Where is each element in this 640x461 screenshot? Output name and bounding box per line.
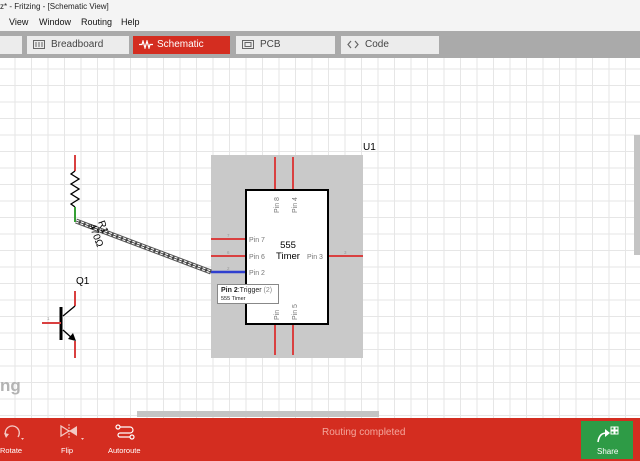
autoroute-icon — [115, 424, 135, 440]
title-bar: z* - Fritzing - [Schematic View] — [0, 0, 640, 14]
tooltip-part: 555 Timer — [221, 296, 246, 302]
view-tab-bar: Breadboard Schematic PCB Code — [0, 31, 640, 58]
transistor-ref-label: Q1 — [76, 276, 90, 287]
tab-pcb-label: PCB — [260, 39, 281, 50]
flip-label: Flip — [61, 446, 74, 455]
rotate-icon — [4, 425, 24, 440]
code-icon — [347, 40, 359, 49]
chip-name-line2: Timer — [276, 251, 300, 262]
resistor-r1[interactable]: R1 470Ω — [69, 155, 110, 249]
rotate-label: Rotate — [0, 446, 23, 455]
pin8-label: Pin 8 — [274, 197, 281, 213]
tab-code[interactable]: Code — [341, 36, 439, 54]
transistor-pin-number: 1 — [47, 316, 50, 321]
menu-view[interactable]: View — [9, 17, 28, 27]
horizontal-scrollbar[interactable] — [137, 411, 379, 417]
routing-status: Routing completed — [322, 427, 406, 438]
timer-555-part[interactable]: 555 Timer Pin 7 Pin 6 Pin 2 Pin 3 Pin 8 … — [211, 142, 376, 358]
schematic-drawing: 555 Timer Pin 7 Pin 6 Pin 2 Pin 3 Pin 8 … — [42, 142, 376, 358]
tooltip-pin-name: Pin 2 — [221, 287, 238, 294]
share-icon — [597, 426, 619, 443]
tooltip-pin-function: :Trigger — [237, 287, 262, 294]
schematic-canvas[interactable]: 555 Timer Pin 7 Pin 6 Pin 2 Pin 3 Pin 8 … — [0, 58, 640, 418]
pin4-label: Pin 4 — [292, 197, 299, 213]
autoroute-button[interactable]: Autoroute — [106, 418, 146, 461]
tab-breadboard[interactable]: Breadboard — [27, 36, 129, 54]
tooltip-pin-number: (2) — [263, 287, 273, 294]
pin7-label: Pin 7 — [249, 237, 265, 244]
u1-label: U1 — [363, 142, 376, 153]
tab-schematic[interactable]: Schematic — [133, 36, 230, 54]
tooltip-line1: Pin 2:Trigger (2) — [221, 287, 272, 294]
chip-name-line1: 555 — [280, 240, 296, 251]
tab-pcb[interactable]: PCB — [236, 36, 335, 54]
tab-code-label: Code — [365, 39, 389, 50]
tab-partial[interactable] — [0, 36, 22, 54]
menu-help[interactable]: Help — [121, 17, 140, 27]
pin6-label: Pin 6 — [249, 254, 265, 261]
window-title: z* - Fritzing - [Schematic View] — [0, 2, 109, 11]
share-label: Share — [597, 447, 619, 456]
pin1-label: Pin — [274, 310, 281, 320]
menu-bar: View Window Routing Help — [0, 14, 640, 31]
rotate-button[interactable]: Rotate — [0, 418, 30, 461]
menu-window[interactable]: Window — [39, 17, 71, 27]
share-button[interactable]: Share — [581, 421, 633, 459]
tab-breadboard-label: Breadboard — [51, 39, 104, 50]
pin2-label: Pin 2 — [249, 270, 265, 277]
transistor-q1[interactable]: Q1 1 — [42, 276, 90, 358]
pcb-icon — [242, 40, 254, 49]
breadboard-icon — [33, 40, 45, 49]
bottom-toolbar: Rotate Flip Autoroute Routing completed … — [0, 418, 640, 461]
tab-schematic-label: Schematic — [157, 39, 204, 50]
vertical-scrollbar[interactable] — [634, 135, 640, 255]
pin5-label: Pin 5 — [292, 304, 299, 320]
flip-button[interactable]: Flip — [55, 418, 85, 461]
pin3-label: Pin 3 — [307, 254, 323, 261]
menu-routing[interactable]: Routing — [81, 17, 112, 27]
pin-tooltip: Pin 2:Trigger (2) 555 Timer — [217, 284, 279, 304]
autoroute-label: Autoroute — [108, 446, 141, 455]
watermark: ng — [0, 376, 21, 395]
flip-icon — [60, 424, 84, 440]
schematic-icon — [139, 40, 153, 49]
